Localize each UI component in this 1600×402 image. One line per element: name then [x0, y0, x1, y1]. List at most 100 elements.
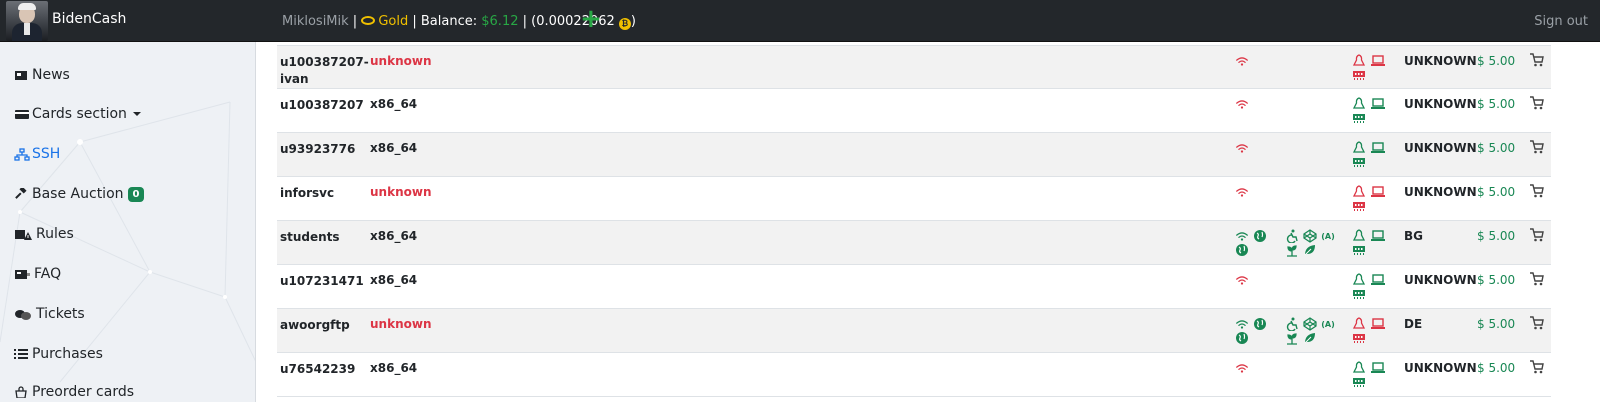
- os-icons: [1352, 185, 1392, 213]
- network-icon: [14, 148, 30, 161]
- cart-icon[interactable]: [1530, 360, 1544, 374]
- faq-icon: [14, 268, 30, 280]
- brand-name[interactable]: BidenCash: [52, 11, 126, 27]
- tickets-icon: [14, 308, 32, 320]
- add-to-cart-button[interactable]: [1530, 53, 1544, 70]
- gold-ring-icon: [361, 16, 376, 25]
- architecture: x86_64: [370, 273, 418, 287]
- wifi-icon: [1236, 100, 1248, 109]
- country: UNKNOWN: [1404, 361, 1477, 375]
- architecture: x86_64: [370, 229, 418, 243]
- svg-text:(A): (A): [1321, 232, 1335, 241]
- network-icons: [1235, 141, 1285, 155]
- laptop-icon: [1371, 142, 1385, 153]
- add-to-cart-button[interactable]: [1530, 228, 1544, 245]
- price: $ 5.00: [1477, 273, 1516, 287]
- linux-icon: [1352, 317, 1366, 329]
- wifi-icon: [1236, 320, 1248, 329]
- price: $ 5.00: [1477, 317, 1516, 331]
- accessibility-icon: [1286, 229, 1298, 243]
- table-row: u100387207-ivan unknown UNKNOWN $ 5.00: [277, 45, 1551, 89]
- cart-icon[interactable]: [1530, 272, 1544, 286]
- network-icons: [1235, 229, 1285, 257]
- sidebar-item-label: Purchases: [32, 346, 103, 362]
- add-to-cart-button[interactable]: [1530, 360, 1544, 377]
- username: MiklosiMik: [282, 14, 349, 29]
- wifi-icon: [1236, 232, 1248, 241]
- leaf-icon: [1304, 333, 1315, 344]
- sidebar-item-ssh[interactable]: SSH: [14, 146, 60, 162]
- account-level: Gold: [378, 14, 409, 29]
- architecture: unknown: [370, 185, 432, 199]
- gavel-icon: [14, 186, 28, 200]
- add-to-cart-button[interactable]: [1530, 272, 1544, 289]
- wifi-icon: [1236, 144, 1248, 153]
- cart-icon[interactable]: [1530, 96, 1544, 110]
- laptop-icon: [1371, 55, 1385, 66]
- add-to-cart-button[interactable]: [1530, 140, 1544, 157]
- country: UNKNOWN: [1404, 273, 1477, 287]
- architecture: x86_64: [370, 361, 418, 375]
- table-row: u76542239 x86_64 UNKNOWN $ 5.00: [277, 353, 1551, 397]
- wifi-icon: [1236, 364, 1248, 373]
- memory-icon: [1353, 246, 1365, 255]
- add-to-cart-button[interactable]: [1530, 184, 1544, 201]
- codepen-icon: [1303, 229, 1317, 243]
- auction-count-badge: 0: [127, 186, 145, 202]
- os-icons: [1352, 273, 1392, 301]
- list-icon: [14, 348, 28, 360]
- codepen-icon: [1303, 317, 1317, 331]
- laptop-icon: [1371, 98, 1385, 109]
- network-icons: [1235, 185, 1285, 199]
- sidebar-item-news[interactable]: News: [14, 67, 70, 83]
- plant-icon: [1287, 245, 1297, 257]
- plant-icon: [1287, 333, 1297, 345]
- price: $ 5.00: [1477, 361, 1516, 375]
- laptop-icon: [1371, 318, 1385, 329]
- architecture: x86_64: [370, 97, 418, 111]
- os-icons: [1352, 361, 1392, 389]
- plus-icon[interactable]: +: [580, 6, 602, 32]
- bitcoin-coin-icon: ₿: [618, 18, 631, 30]
- add-to-cart-button[interactable]: [1530, 96, 1544, 113]
- rules-icon: [14, 228, 32, 240]
- network-icons: [1235, 317, 1285, 345]
- globe-icon: [1236, 332, 1248, 344]
- memory-icon: [1353, 334, 1365, 343]
- sidebar-item-base-auction[interactable]: Base Auction 0: [14, 186, 145, 202]
- sidebar-item-label: SSH: [32, 146, 61, 162]
- balance-label: Balance:: [420, 14, 482, 29]
- price: $ 5.00: [1477, 97, 1516, 111]
- cart-icon[interactable]: [1530, 316, 1544, 330]
- credit-card-icon: [14, 108, 29, 120]
- sidebar-item-purchases[interactable]: Purchases: [14, 346, 103, 362]
- signout-link[interactable]: Sign out: [1534, 14, 1588, 29]
- table-row: u100387207 x86_64 UNKNOWN $ 5.00: [277, 89, 1551, 133]
- wifi-icon: [1236, 57, 1248, 66]
- separator: |: [518, 14, 532, 29]
- cart-icon[interactable]: [1530, 228, 1544, 242]
- linux-icon: [1352, 273, 1366, 285]
- table-row: u107231471 x86_64 UNKNOWN $ 5.00: [277, 265, 1551, 309]
- chevron-down-icon: [132, 112, 141, 116]
- cart-icon[interactable]: [1530, 53, 1544, 67]
- software-icons: (A): [1285, 229, 1345, 257]
- top-navbar: BidenCash MiklosiMik | Gold | Balance: $…: [0, 0, 1600, 42]
- sidebar-item-rules[interactable]: Rules: [14, 226, 74, 242]
- sidebar-item-faq[interactable]: FAQ: [14, 266, 61, 282]
- add-to-cart-button[interactable]: [1530, 316, 1544, 333]
- sidebar-item-tickets[interactable]: Tickets: [14, 306, 85, 322]
- sidebar-item-preorder-cards[interactable]: Preorder cards: [14, 384, 134, 400]
- leaf-icon: [1304, 245, 1315, 256]
- sidebar-item-cards-section[interactable]: Cards section: [14, 106, 141, 122]
- host-name: inforsvc: [280, 186, 335, 200]
- separator: |: [348, 14, 362, 29]
- country: BG: [1404, 229, 1423, 243]
- table-row: u93923776 x86_64 UNKNOWN $ 5.00: [277, 133, 1551, 177]
- table-row: students x86_64 (A) BG $ 5.00: [277, 221, 1551, 265]
- cart-icon[interactable]: [1530, 140, 1544, 154]
- bag-icon: [14, 386, 28, 399]
- table-row: inforsvc unknown UNKNOWN $ 5.00: [277, 177, 1551, 221]
- cart-icon[interactable]: [1530, 184, 1544, 198]
- linux-icon: [1352, 185, 1366, 197]
